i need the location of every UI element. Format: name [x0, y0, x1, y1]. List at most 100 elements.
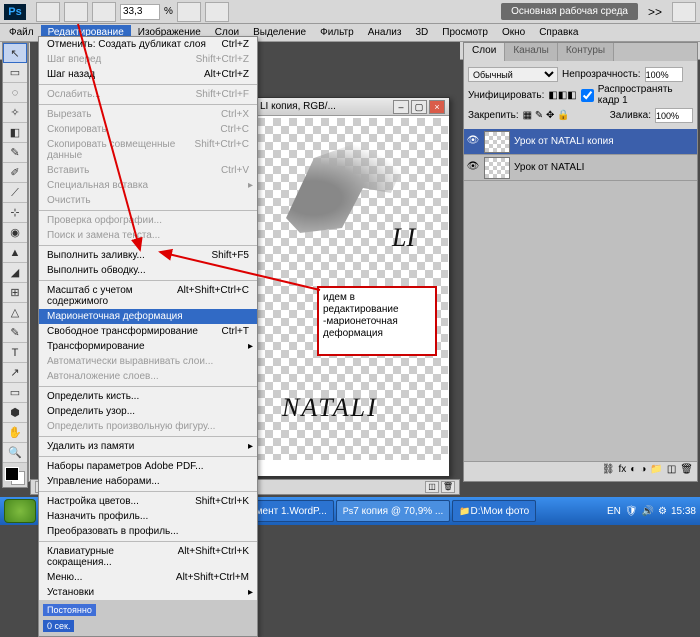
dd-define-brush[interactable]: Определить кисть...	[39, 389, 257, 404]
tool-pen[interactable]: ✎	[3, 323, 27, 343]
tool-crop[interactable]: ◧	[3, 123, 27, 143]
tool-marquee[interactable]: ▭	[3, 63, 27, 83]
dd-autoalign[interactable]: Автоматически выравнивать слои...	[39, 354, 257, 369]
visibility-icon[interactable]: 👁	[466, 161, 480, 175]
layer-item-2[interactable]: 👁 Урок от NATALI	[464, 155, 697, 181]
tool-history[interactable]: ◉	[3, 223, 27, 243]
layer-item-1[interactable]: 👁 Урок от NATALI копия	[464, 129, 697, 155]
layer-name[interactable]: Урок от NATALI копия	[514, 136, 614, 147]
menu-file[interactable]: Файл	[2, 25, 41, 40]
dd-autoblend[interactable]: Автоналожение слоев...	[39, 369, 257, 384]
tool-hand[interactable]: ✋	[3, 423, 27, 443]
close-icon[interactable]: ×	[429, 100, 445, 114]
tool-shape[interactable]: ▭	[3, 383, 27, 403]
document-titlebar[interactable]: LI копия, RGB/... – ▢ ×	[256, 98, 449, 116]
dd-define-shape[interactable]: Определить произвольную фигуру...	[39, 419, 257, 434]
dd-preset-manager[interactable]: Управление наборами...	[39, 474, 257, 489]
dd-define-pattern[interactable]: Определить узор...	[39, 404, 257, 419]
task-photoshop[interactable]: Ps 7 копия @ 70,9% ...	[336, 500, 451, 522]
menu-help[interactable]: Справка	[532, 25, 585, 40]
dd-pdf-presets[interactable]: Наборы параметров Adobe PDF...	[39, 459, 257, 474]
dd-content-aware-scale[interactable]: Масштаб с учетом содержимогоAlt+Shift+Ct…	[39, 283, 257, 309]
dd-find[interactable]: Поиск и замена текста...	[39, 228, 257, 243]
tool-gradient[interactable]: ◢	[3, 263, 27, 283]
tool-dodge[interactable]: △	[3, 303, 27, 323]
option-btn-2[interactable]	[64, 2, 88, 22]
dd-keyboard[interactable]: Клавиатурные сокращения...Alt+Shift+Ctrl…	[39, 544, 257, 570]
propagate-check[interactable]	[581, 88, 594, 103]
tab-paths[interactable]: Контуры	[558, 43, 614, 61]
tool-path[interactable]: ↗	[3, 363, 27, 383]
newlayer-icon[interactable]: ◫	[667, 464, 676, 479]
maximize-icon[interactable]: ▢	[411, 100, 427, 114]
folder-icon[interactable]: 📁	[650, 464, 662, 479]
dd-paste[interactable]: ВставитьCtrl+V	[39, 163, 257, 178]
color-swatch[interactable]	[3, 465, 27, 487]
tl-trash-icon[interactable]: 🗑	[441, 481, 455, 493]
minimize-icon[interactable]: –	[393, 100, 409, 114]
dd-copy-merged[interactable]: Скопировать совмещенные данныеShift+Ctrl…	[39, 137, 257, 163]
tray-icon-3[interactable]: ⚙	[658, 506, 667, 517]
dd-spell[interactable]: Проверка орфографии...	[39, 213, 257, 228]
chevrons-icon[interactable]: >>	[648, 5, 662, 19]
fx-icon[interactable]: fx	[619, 464, 627, 479]
layer-name[interactable]: Урок от NATALI	[514, 162, 584, 173]
tl-new-icon[interactable]: ◫	[425, 481, 439, 493]
dd-color-settings[interactable]: Настройка цветов...Shift+Ctrl+K	[39, 494, 257, 509]
dd-undo[interactable]: Отменить: Создать дубликат слояCtrl+Z	[39, 37, 257, 52]
fill-input[interactable]	[655, 108, 693, 123]
layer-thumb[interactable]	[484, 157, 510, 179]
option-btn-3[interactable]	[92, 2, 116, 22]
dd-step-forward[interactable]: Шаг впередShift+Ctrl+Z	[39, 52, 257, 67]
tool-3d[interactable]: ⬢	[3, 403, 27, 423]
tool-lasso[interactable]: ◌	[3, 83, 27, 103]
start-button[interactable]	[4, 499, 36, 523]
tray-lang[interactable]: EN	[607, 506, 621, 517]
dd-fade[interactable]: Ослабить...Shift+Ctrl+F	[39, 87, 257, 102]
workspace-switcher[interactable]: Основная рабочая среда	[501, 3, 638, 20]
option-btn-5[interactable]	[205, 2, 229, 22]
tray-icon-2[interactable]: 🔊	[642, 506, 654, 517]
dd-transform[interactable]: Трансформирование▸	[39, 339, 257, 354]
option-btn-1[interactable]	[36, 2, 60, 22]
system-tray[interactable]: EN 🛡 🔊 ⚙ 15:38	[607, 506, 696, 517]
tool-heal[interactable]: ✐	[3, 163, 27, 183]
dd-cut[interactable]: ВырезатьCtrl+X	[39, 107, 257, 122]
tool-blur[interactable]: ⊞	[3, 283, 27, 303]
dd-free-transform[interactable]: Свободное трансформированиеCtrl+T	[39, 324, 257, 339]
tab-layers[interactable]: Слои	[464, 43, 505, 61]
mask-icon[interactable]: ◐	[630, 464, 636, 479]
dd-paste-special[interactable]: Специальная вставка▸	[39, 178, 257, 193]
menu-analysis[interactable]: Анализ	[361, 25, 409, 40]
menu-window[interactable]: Окно	[495, 25, 532, 40]
dd-purge[interactable]: Удалить из памяти▸	[39, 439, 257, 454]
menu-filter[interactable]: Фильтр	[313, 25, 361, 40]
dd-clear[interactable]: Очистить	[39, 193, 257, 208]
link-icon[interactable]: ⛓	[602, 464, 615, 479]
dd-prefs[interactable]: Установки▸	[39, 585, 257, 600]
dd-stroke[interactable]: Выполнить обводку...	[39, 263, 257, 278]
tool-brush[interactable]: ⟋	[3, 183, 27, 203]
tool-type[interactable]: T	[3, 343, 27, 363]
tool-stamp[interactable]: ⊹	[3, 203, 27, 223]
menu-view[interactable]: Просмотр	[435, 25, 495, 40]
option-btn-4[interactable]	[177, 2, 201, 22]
trash-icon[interactable]: 🗑	[680, 464, 693, 479]
dd-puppet-warp[interactable]: Марионеточная деформация	[39, 309, 257, 324]
option-btn-6[interactable]	[672, 2, 696, 22]
task-folder[interactable]: 📁 D:\Мои фото	[452, 500, 536, 522]
tab-channels[interactable]: Каналы	[505, 43, 558, 61]
tray-clock[interactable]: 15:38	[671, 506, 696, 517]
dd-menus[interactable]: Меню...Alt+Shift+Ctrl+M	[39, 570, 257, 585]
blend-mode-select[interactable]: Обычный	[468, 67, 558, 82]
adjustment-icon[interactable]: ◑	[640, 464, 646, 479]
tool-wand[interactable]: ✧	[3, 103, 27, 123]
dd-assign-profile[interactable]: Назначить профиль...	[39, 509, 257, 524]
dd-step-back[interactable]: Шаг назадAlt+Ctrl+Z	[39, 67, 257, 82]
opacity-input[interactable]	[645, 67, 683, 82]
layer-thumb[interactable]	[484, 131, 510, 153]
zoom-input[interactable]	[120, 4, 160, 20]
tool-eraser[interactable]: ▲	[3, 243, 27, 263]
dd-copy[interactable]: СкопироватьCtrl+C	[39, 122, 257, 137]
tool-move[interactable]: ↖	[3, 43, 27, 63]
